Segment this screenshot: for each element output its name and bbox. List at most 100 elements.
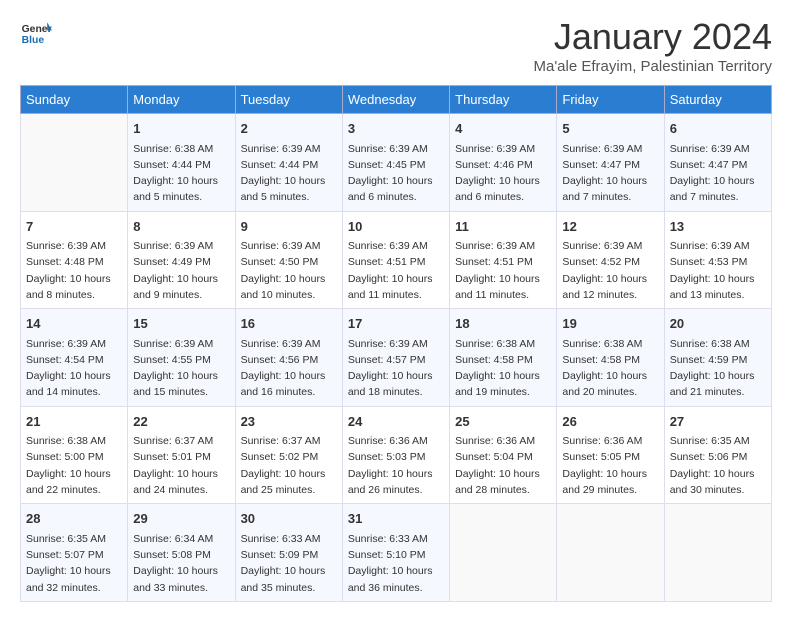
calendar-cell: 4Sunrise: 6:39 AMSunset: 4:46 PMDaylight… — [450, 114, 557, 212]
day-number: 13 — [670, 217, 766, 237]
calendar-cell: 30Sunrise: 6:33 AMSunset: 5:09 PMDayligh… — [235, 504, 342, 602]
calendar-cell: 6Sunrise: 6:39 AMSunset: 4:47 PMDaylight… — [664, 114, 771, 212]
day-info: Sunrise: 6:38 AMSunset: 4:58 PMDaylight:… — [562, 336, 658, 401]
calendar-cell: 3Sunrise: 6:39 AMSunset: 4:45 PMDaylight… — [342, 114, 449, 212]
day-info: Sunrise: 6:38 AMSunset: 5:00 PMDaylight:… — [26, 433, 122, 498]
logo-icon: General Blue — [20, 16, 52, 48]
calendar-cell: 1Sunrise: 6:38 AMSunset: 4:44 PMDaylight… — [128, 114, 235, 212]
header-monday: Monday — [128, 86, 235, 114]
day-number: 28 — [26, 509, 122, 529]
day-number: 27 — [670, 412, 766, 432]
calendar-cell — [557, 504, 664, 602]
day-info: Sunrise: 6:39 AMSunset: 4:45 PMDaylight:… — [348, 141, 444, 206]
day-info: Sunrise: 6:39 AMSunset: 4:51 PMDaylight:… — [455, 238, 551, 303]
header-friday: Friday — [557, 86, 664, 114]
day-info: Sunrise: 6:39 AMSunset: 4:44 PMDaylight:… — [241, 141, 337, 206]
day-info: Sunrise: 6:39 AMSunset: 4:50 PMDaylight:… — [241, 238, 337, 303]
calendar-cell: 13Sunrise: 6:39 AMSunset: 4:53 PMDayligh… — [664, 211, 771, 309]
calendar-cell: 24Sunrise: 6:36 AMSunset: 5:03 PMDayligh… — [342, 406, 449, 504]
calendar-week-row: 7Sunrise: 6:39 AMSunset: 4:48 PMDaylight… — [21, 211, 772, 309]
calendar-cell: 16Sunrise: 6:39 AMSunset: 4:56 PMDayligh… — [235, 309, 342, 407]
calendar-cell: 23Sunrise: 6:37 AMSunset: 5:02 PMDayligh… — [235, 406, 342, 504]
calendar-cell: 15Sunrise: 6:39 AMSunset: 4:55 PMDayligh… — [128, 309, 235, 407]
day-number: 25 — [455, 412, 551, 432]
header-wednesday: Wednesday — [342, 86, 449, 114]
day-info: Sunrise: 6:39 AMSunset: 4:55 PMDaylight:… — [133, 336, 229, 401]
location-subtitle: Ma'ale Efrayim, Palestinian Territory — [533, 58, 772, 75]
calendar-cell: 18Sunrise: 6:38 AMSunset: 4:58 PMDayligh… — [450, 309, 557, 407]
calendar-cell — [450, 504, 557, 602]
calendar-cell: 14Sunrise: 6:39 AMSunset: 4:54 PMDayligh… — [21, 309, 128, 407]
day-number: 24 — [348, 412, 444, 432]
day-info: Sunrise: 6:39 AMSunset: 4:52 PMDaylight:… — [562, 238, 658, 303]
month-title: January 2024 — [533, 16, 772, 58]
day-info: Sunrise: 6:39 AMSunset: 4:51 PMDaylight:… — [348, 238, 444, 303]
day-number: 16 — [241, 314, 337, 334]
calendar-cell: 10Sunrise: 6:39 AMSunset: 4:51 PMDayligh… — [342, 211, 449, 309]
day-number: 29 — [133, 509, 229, 529]
calendar-cell: 31Sunrise: 6:33 AMSunset: 5:10 PMDayligh… — [342, 504, 449, 602]
calendar-cell: 29Sunrise: 6:34 AMSunset: 5:08 PMDayligh… — [128, 504, 235, 602]
calendar-week-row: 14Sunrise: 6:39 AMSunset: 4:54 PMDayligh… — [21, 309, 772, 407]
day-info: Sunrise: 6:37 AMSunset: 5:01 PMDaylight:… — [133, 433, 229, 498]
calendar-cell: 9Sunrise: 6:39 AMSunset: 4:50 PMDaylight… — [235, 211, 342, 309]
calendar-week-row: 21Sunrise: 6:38 AMSunset: 5:00 PMDayligh… — [21, 406, 772, 504]
header-tuesday: Tuesday — [235, 86, 342, 114]
day-info: Sunrise: 6:39 AMSunset: 4:54 PMDaylight:… — [26, 336, 122, 401]
calendar-cell: 19Sunrise: 6:38 AMSunset: 4:58 PMDayligh… — [557, 309, 664, 407]
day-number: 31 — [348, 509, 444, 529]
calendar-cell: 25Sunrise: 6:36 AMSunset: 5:04 PMDayligh… — [450, 406, 557, 504]
day-number: 26 — [562, 412, 658, 432]
calendar-cell: 28Sunrise: 6:35 AMSunset: 5:07 PMDayligh… — [21, 504, 128, 602]
day-info: Sunrise: 6:35 AMSunset: 5:06 PMDaylight:… — [670, 433, 766, 498]
svg-text:Blue: Blue — [22, 35, 45, 46]
calendar-header-row: SundayMondayTuesdayWednesdayThursdayFrid… — [21, 86, 772, 114]
header-thursday: Thursday — [450, 86, 557, 114]
day-info: Sunrise: 6:34 AMSunset: 5:08 PMDaylight:… — [133, 531, 229, 596]
day-number: 8 — [133, 217, 229, 237]
calendar-cell — [21, 114, 128, 212]
day-number: 9 — [241, 217, 337, 237]
day-info: Sunrise: 6:39 AMSunset: 4:48 PMDaylight:… — [26, 238, 122, 303]
day-number: 3 — [348, 119, 444, 139]
day-info: Sunrise: 6:33 AMSunset: 5:10 PMDaylight:… — [348, 531, 444, 596]
logo: General Blue — [20, 16, 52, 48]
calendar-cell: 27Sunrise: 6:35 AMSunset: 5:06 PMDayligh… — [664, 406, 771, 504]
day-number: 18 — [455, 314, 551, 334]
calendar-cell: 8Sunrise: 6:39 AMSunset: 4:49 PMDaylight… — [128, 211, 235, 309]
day-number: 17 — [348, 314, 444, 334]
calendar-cell: 17Sunrise: 6:39 AMSunset: 4:57 PMDayligh… — [342, 309, 449, 407]
day-number: 14 — [26, 314, 122, 334]
day-info: Sunrise: 6:36 AMSunset: 5:05 PMDaylight:… — [562, 433, 658, 498]
calendar-cell: 11Sunrise: 6:39 AMSunset: 4:51 PMDayligh… — [450, 211, 557, 309]
calendar-cell: 7Sunrise: 6:39 AMSunset: 4:48 PMDaylight… — [21, 211, 128, 309]
calendar-cell: 21Sunrise: 6:38 AMSunset: 5:00 PMDayligh… — [21, 406, 128, 504]
calendar-cell: 20Sunrise: 6:38 AMSunset: 4:59 PMDayligh… — [664, 309, 771, 407]
day-info: Sunrise: 6:39 AMSunset: 4:47 PMDaylight:… — [562, 141, 658, 206]
day-info: Sunrise: 6:36 AMSunset: 5:04 PMDaylight:… — [455, 433, 551, 498]
day-number: 15 — [133, 314, 229, 334]
day-info: Sunrise: 6:38 AMSunset: 4:44 PMDaylight:… — [133, 141, 229, 206]
day-number: 4 — [455, 119, 551, 139]
calendar-cell: 5Sunrise: 6:39 AMSunset: 4:47 PMDaylight… — [557, 114, 664, 212]
day-info: Sunrise: 6:35 AMSunset: 5:07 PMDaylight:… — [26, 531, 122, 596]
day-number: 6 — [670, 119, 766, 139]
day-number: 2 — [241, 119, 337, 139]
day-info: Sunrise: 6:38 AMSunset: 4:58 PMDaylight:… — [455, 336, 551, 401]
calendar-week-row: 1Sunrise: 6:38 AMSunset: 4:44 PMDaylight… — [21, 114, 772, 212]
day-number: 19 — [562, 314, 658, 334]
day-number: 20 — [670, 314, 766, 334]
day-info: Sunrise: 6:38 AMSunset: 4:59 PMDaylight:… — [670, 336, 766, 401]
calendar-week-row: 28Sunrise: 6:35 AMSunset: 5:07 PMDayligh… — [21, 504, 772, 602]
day-number: 22 — [133, 412, 229, 432]
page-header: General Blue January 2024 Ma'ale Efrayim… — [20, 16, 772, 75]
calendar-cell: 22Sunrise: 6:37 AMSunset: 5:01 PMDayligh… — [128, 406, 235, 504]
day-info: Sunrise: 6:39 AMSunset: 4:57 PMDaylight:… — [348, 336, 444, 401]
day-info: Sunrise: 6:39 AMSunset: 4:46 PMDaylight:… — [455, 141, 551, 206]
header-sunday: Sunday — [21, 86, 128, 114]
day-info: Sunrise: 6:36 AMSunset: 5:03 PMDaylight:… — [348, 433, 444, 498]
day-number: 21 — [26, 412, 122, 432]
day-number: 23 — [241, 412, 337, 432]
day-number: 12 — [562, 217, 658, 237]
calendar-cell: 2Sunrise: 6:39 AMSunset: 4:44 PMDaylight… — [235, 114, 342, 212]
